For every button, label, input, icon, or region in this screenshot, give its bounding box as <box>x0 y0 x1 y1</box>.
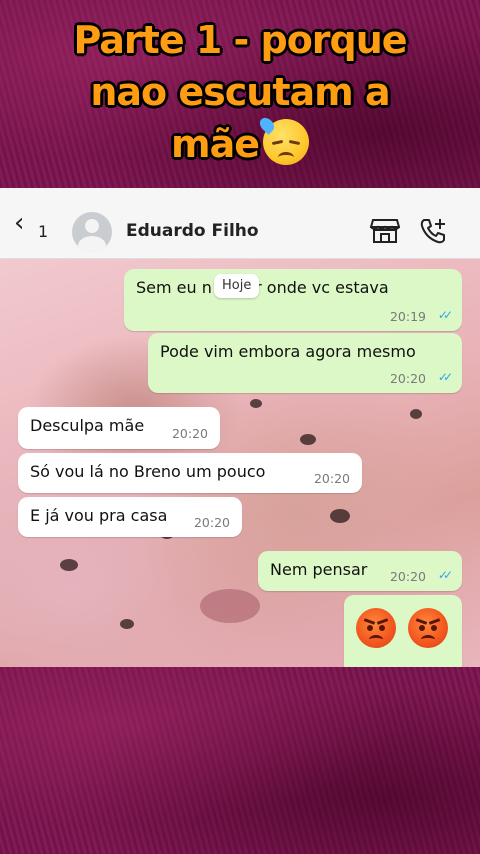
wallpaper-spot <box>330 509 350 523</box>
read-ticks-icon: ✓✓ <box>437 308 453 322</box>
date-pill: Hoje <box>214 274 260 298</box>
add-call-icon[interactable] <box>418 216 448 246</box>
message-time: 20:19 <box>389 309 426 324</box>
message-text: Pode vim embora agora mesmo <box>160 342 416 361</box>
video-headline: Parte 1 - porque nao escutam a mãe <box>0 14 480 170</box>
message-bubble-incoming[interactable]: Desculpa mãe 20:20 <box>18 407 220 449</box>
angry-face-icon <box>356 608 396 648</box>
back-chevron-icon[interactable]: ‹ <box>14 210 24 236</box>
message-text: Só vou lá no Breno um pouco <box>30 462 266 481</box>
read-ticks-icon: ✓✓ <box>437 370 453 384</box>
wallpaper-spot <box>300 434 316 445</box>
message-text: Desculpa mãe <box>30 416 145 435</box>
message-bubble-incoming[interactable]: Só vou lá no Breno um pouco 20:20 <box>18 453 362 493</box>
wallpaper-spot <box>250 399 262 408</box>
chat-area[interactable]: Sem eu n saber onde vc estava 20:19 ✓✓ H… <box>0 259 480 667</box>
headline-line-3-text: mãe <box>170 122 260 166</box>
message-text: Nem pensar <box>270 560 368 579</box>
message-time: 20:20 <box>313 471 350 486</box>
read-ticks-icon: ✓✓ <box>437 568 453 582</box>
wallpaper-spot <box>120 619 134 629</box>
angry-face-icon <box>408 608 448 648</box>
message-time: 20:20 <box>389 569 426 584</box>
message-bubble-outgoing[interactable] <box>344 595 462 667</box>
headline-line-2: nao escutam a <box>90 70 390 114</box>
message-text: E já vou pra casa <box>30 506 168 525</box>
message-time: 20:20 <box>193 515 230 530</box>
avatar[interactable] <box>72 212 112 252</box>
sad-sweat-face-icon <box>257 115 309 165</box>
message-time: 20:20 <box>171 426 208 441</box>
message-bubble-incoming[interactable]: E já vou pra casa 20:20 <box>18 497 242 537</box>
wallpaper-spot <box>60 559 78 571</box>
contact-name[interactable]: Eduardo Filho <box>126 221 259 241</box>
message-bubble-outgoing[interactable]: Pode vim embora agora mesmo 20:20 ✓✓ <box>148 333 462 393</box>
message-bubble-outgoing[interactable]: Sem eu n saber onde vc estava 20:19 ✓✓ <box>124 269 462 331</box>
chat-header: ‹ 1 Eduardo Filho <box>0 188 480 259</box>
bottom-background <box>0 667 480 854</box>
headline-line-3: mãe <box>0 115 480 170</box>
unread-count[interactable]: 1 <box>38 222 48 241</box>
message-text: Sem eu n saber onde vc estava <box>136 278 389 297</box>
wallpaper-nose <box>200 589 260 623</box>
store-icon[interactable] <box>370 218 400 244</box>
message-time: 20:20 <box>389 371 426 386</box>
message-bubble-outgoing[interactable]: Nem pensar 20:20 ✓✓ <box>258 551 462 591</box>
wallpaper-spot <box>410 409 422 419</box>
headline-line-1: Parte 1 - porque <box>73 18 407 62</box>
